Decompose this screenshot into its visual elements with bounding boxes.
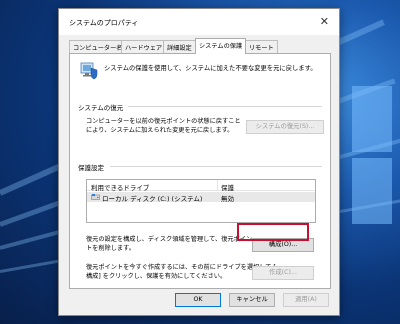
title-bar: システムのプロパティ ✕ <box>59 9 339 35</box>
restore-description: コンピューターを以前の復元ポイントの状態に戻すこと により、システムに加えられた… <box>86 118 241 134</box>
column-header-drives[interactable]: 利用できるドライブ <box>91 182 149 192</box>
tab-system-protection[interactable]: システムの保護 <box>195 38 247 54</box>
section-divider <box>110 166 322 167</box>
create-button[interactable]: 作成(C)... <box>252 266 314 280</box>
cancel-button[interactable]: キャンセル <box>229 293 275 307</box>
system-protection-panel: システムの保護を使用して、システムに加えた不要な変更を元に戻します。 システムの… <box>69 53 331 289</box>
configure-highlight-box <box>237 223 309 241</box>
system-restore-button[interactable]: システムの復元(S)... <box>246 120 324 134</box>
tab-remote[interactable]: リモート <box>245 40 278 53</box>
system-protection-icon <box>80 62 98 80</box>
configure-description: 復元の設定を構成し、ディスク領域を管理して、復元ポイン トを削除します。 <box>86 236 253 252</box>
close-button[interactable]: ✕ <box>320 15 329 28</box>
drive-name: ローカル ディスク (C:) (システム) <box>102 195 203 203</box>
local-disk-icon <box>91 194 100 200</box>
windows-logo-icon <box>352 86 400 236</box>
column-separator <box>217 180 218 191</box>
create-description: 復元ポイントを今すぐ作成するには、その前にドライブを選択して [ 構成] をクリ… <box>86 264 276 280</box>
column-header-protection[interactable]: 保護 <box>221 182 234 192</box>
tab-hardware[interactable]: ハードウェア <box>121 40 167 53</box>
dialog-title: システムのプロパティ <box>69 19 139 27</box>
intro-text: システムの保護を使用して、システムに加えた不要な変更を元に戻します。 <box>104 65 317 72</box>
system-properties-dialog: システムのプロパティ ✕ コンピューター名 ハードウェア 詳細設定 システムの保… <box>58 8 340 316</box>
tab-computer-name[interactable]: コンピューター名 <box>69 40 127 53</box>
restore-section-label: システムの復元 <box>78 104 124 112</box>
drive-protection-status: 無効 <box>221 195 234 203</box>
drive-list[interactable]: 利用できるドライブ 保護 ローカル ディスク (C:) (システム) 無効 <box>86 179 316 223</box>
tab-strip: コンピューター名 ハードウェア 詳細設定 システムの保護 リモート <box>69 38 333 54</box>
section-divider <box>128 106 322 107</box>
apply-button[interactable]: 適用(A) <box>283 293 329 307</box>
tab-advanced[interactable]: 詳細設定 <box>163 40 196 53</box>
list-header: 利用できるドライブ 保護 <box>87 180 315 192</box>
drive-row[interactable]: ローカル ディスク (C:) (システム) 無効 <box>87 192 315 203</box>
protection-section-label: 保護設定 <box>78 164 104 172</box>
ok-button[interactable]: OK <box>175 293 221 307</box>
